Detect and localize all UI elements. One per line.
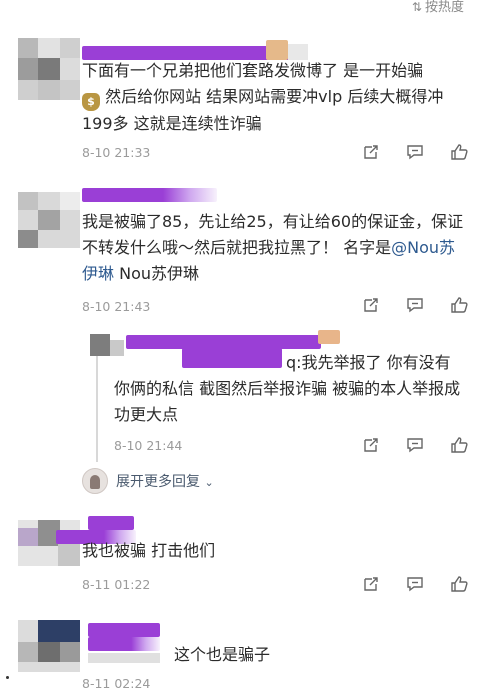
- avatar[interactable]: [18, 192, 80, 248]
- redacted-username: [88, 623, 160, 637]
- chevron-down-icon: ⌄: [204, 476, 214, 489]
- comment-time: 8-11 02:24: [82, 676, 151, 691]
- reply-time: 8-10 21:44: [114, 438, 183, 453]
- share-icon[interactable]: [362, 296, 380, 314]
- reply-avatar: [110, 340, 124, 356]
- redacted-username: [88, 653, 160, 663]
- redacted-username: [318, 330, 340, 344]
- comment-icon[interactable]: [406, 296, 424, 314]
- like-icon[interactable]: [450, 436, 468, 454]
- comment-icon[interactable]: [406, 575, 424, 593]
- comment-actions: [362, 143, 468, 161]
- comment-text: 我也被骗 打击他们: [82, 541, 216, 560]
- comment-actions: [362, 575, 468, 593]
- redacted-username: [126, 335, 321, 349]
- sort-toggle[interactable]: ⇅ 按热度: [412, 0, 464, 15]
- redacted-username: [82, 188, 217, 202]
- reply-text: 你俩的私信 截图然后举报诈骗 被骗的本人举报成功更大点: [114, 379, 461, 424]
- sort-label: 按热度: [424, 0, 464, 15]
- comment-time: 8-10 21:33: [82, 145, 151, 160]
- bullet-dot: [6, 676, 9, 679]
- avatar[interactable]: [18, 620, 80, 672]
- reply-avatar[interactable]: [90, 334, 110, 356]
- money-bag-icon: $: [82, 93, 100, 111]
- reply-text: q:我先举报了 你有没有: [286, 353, 451, 372]
- comment-time: 8-10 21:43: [82, 299, 151, 314]
- share-icon[interactable]: [362, 143, 380, 161]
- comment-text: 这个也是骗子: [174, 645, 271, 664]
- expand-replies-link[interactable]: 展开更多回复 ⌄: [116, 471, 214, 491]
- sort-arrows-icon: ⇅: [411, 0, 422, 14]
- avatar[interactable]: [18, 38, 80, 100]
- like-icon[interactable]: [450, 143, 468, 161]
- redacted-username: [88, 637, 160, 651]
- redacted-username: [266, 40, 288, 60]
- share-icon[interactable]: [362, 436, 380, 454]
- comment-text: 下面有一个兄弟把他们套路发微博了 是一开始骗 $ 然后给你网站 结果网站需要冲v…: [82, 61, 444, 133]
- redacted-username: [88, 516, 134, 530]
- comment-text: 我是被骗了85，先让给25，有让给60的保证金，保证不转发什么哦～然后就把我拉黑…: [82, 212, 464, 283]
- like-icon[interactable]: [450, 296, 468, 314]
- like-icon[interactable]: [450, 575, 468, 593]
- comment-icon[interactable]: [406, 436, 424, 454]
- comment-time: 8-11 01:22: [82, 577, 151, 592]
- comment-icon[interactable]: [406, 143, 424, 161]
- reply-actions: [362, 436, 468, 454]
- comment-actions: [362, 296, 468, 314]
- share-icon[interactable]: [362, 575, 380, 593]
- replier-avatar: [82, 468, 108, 494]
- redacted-username: [182, 348, 282, 368]
